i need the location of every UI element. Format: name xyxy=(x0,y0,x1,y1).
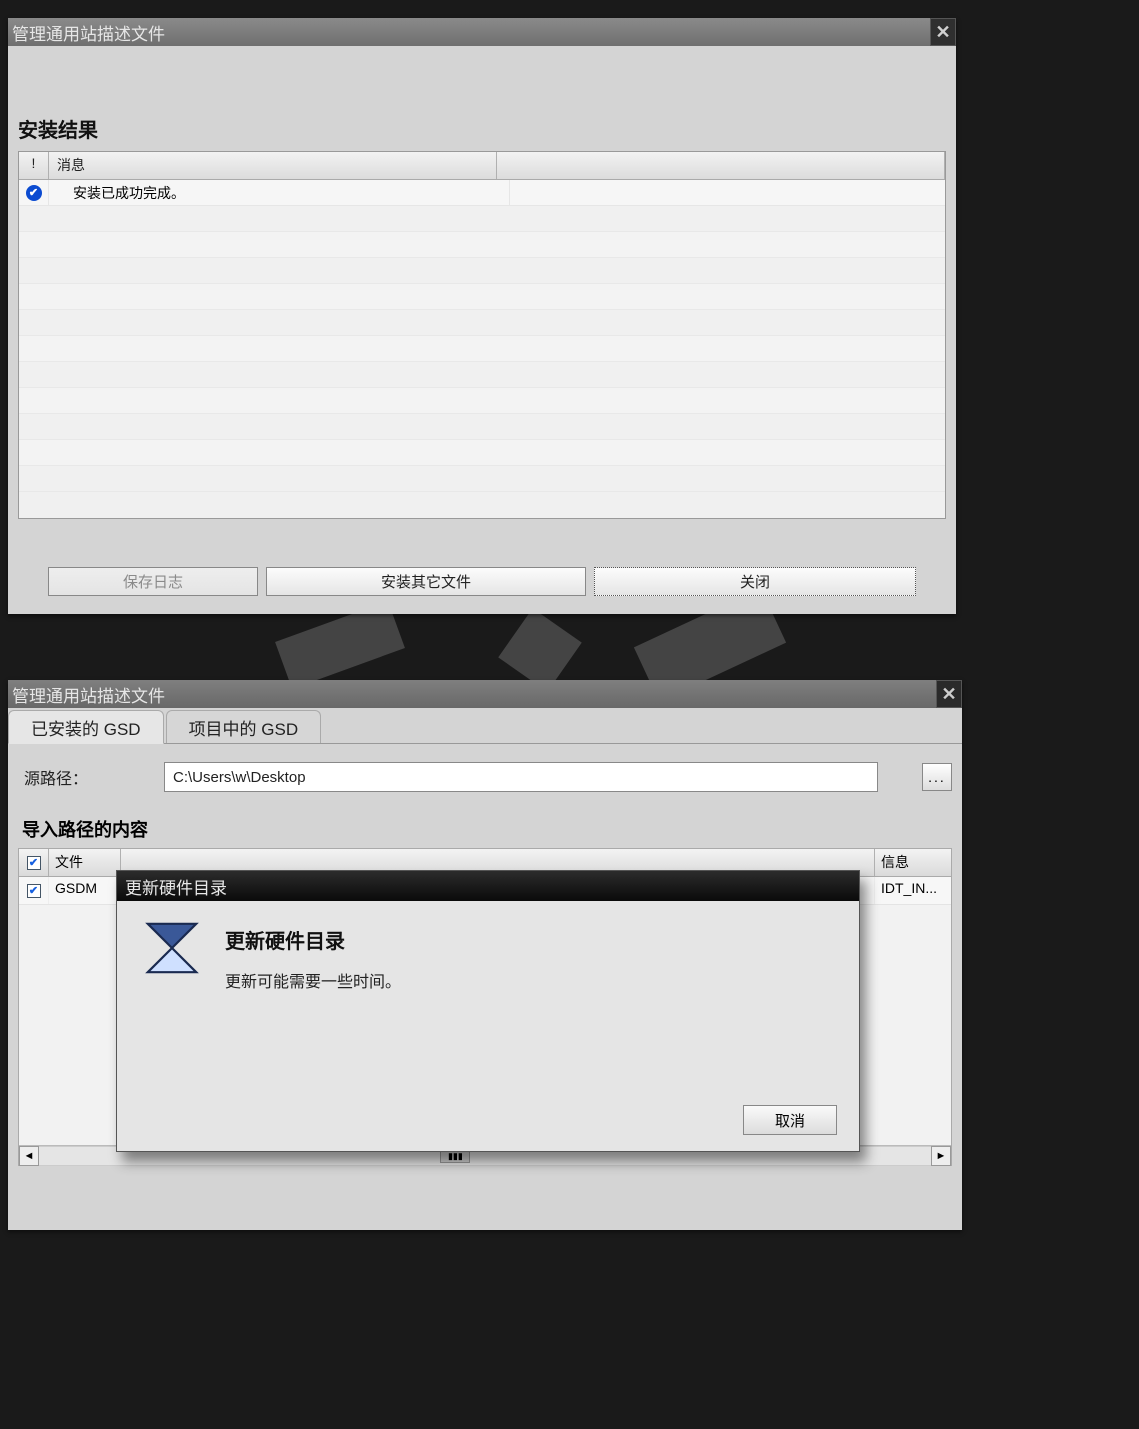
tab-bar: 已安装的 GSD 项目中的 GSD xyxy=(8,710,962,744)
source-path-input[interactable]: C:\Users\w\Desktop xyxy=(164,762,878,792)
window-body: 已安装的 GSD 项目中的 GSD 源路径： C:\Users\w\Deskto… xyxy=(8,710,962,1232)
gsd-manage-window: 管理通用站描述文件 ✕ 已安装的 GSD 项目中的 GSD 源路径： C:\Us… xyxy=(8,680,962,1230)
browse-button[interactable]: ... xyxy=(922,763,952,791)
section-title: 安装结果 xyxy=(18,108,946,151)
status-cell: ✔ xyxy=(19,180,49,205)
column-header-message[interactable]: 消息 xyxy=(49,152,497,179)
dialog-heading: 更新硬件目录 xyxy=(225,925,401,954)
import-content-label: 导入路径的内容 xyxy=(8,792,962,848)
source-path-label: 源路径： xyxy=(24,765,164,789)
row-info-cell: IDT_IN... xyxy=(875,877,951,904)
update-catalog-dialog: 更新硬件目录 更新硬件目录 更新可能需要一些时间。 取消 xyxy=(116,870,860,1152)
window-titlebar: 管理通用站描述文件 ✕ xyxy=(8,680,962,708)
column-header-info[interactable]: 信息 xyxy=(875,849,951,876)
close-icon[interactable]: ✕ xyxy=(936,680,962,708)
checkbox-icon[interactable]: ✔ xyxy=(27,856,41,870)
table-header: ! 消息 xyxy=(19,152,945,180)
cancel-button[interactable]: 取消 xyxy=(743,1105,837,1135)
tab-project-gsd[interactable]: 项目中的 GSD xyxy=(166,710,322,743)
result-table: ! 消息 ✔ 安装已成功完成。 xyxy=(18,151,946,519)
install-result-window: 管理通用站描述文件 ✕ 安装结果 ! 消息 ✔ 安装已成功完成。 xyxy=(8,18,956,614)
checkbox-icon[interactable]: ✔ xyxy=(27,884,41,898)
row-checkbox-cell[interactable]: ✔ xyxy=(19,877,49,904)
window-titlebar: 管理通用站描述文件 ✕ xyxy=(8,18,956,46)
message-cell: 安装已成功完成。 xyxy=(49,180,510,205)
column-header-file[interactable]: 文件 xyxy=(49,849,121,876)
dialog-subtext: 更新可能需要一些时间。 xyxy=(225,968,401,992)
row-file-cell: GSDM xyxy=(49,877,121,904)
scroll-left-button[interactable]: ◄ xyxy=(19,1146,39,1166)
check-circle-icon: ✔ xyxy=(26,185,42,201)
hourglass-icon xyxy=(139,915,205,981)
source-path-row: 源路径： C:\Users\w\Desktop ... xyxy=(8,744,962,792)
dialog-title: 更新硬件目录 xyxy=(117,871,859,901)
button-row: 保存日志 安装其它文件 关闭 xyxy=(8,567,956,596)
column-header-empty[interactable] xyxy=(497,152,945,179)
column-header-check[interactable]: ✔ xyxy=(19,849,49,876)
close-icon[interactable]: ✕ xyxy=(930,18,956,46)
install-other-button[interactable]: 安装其它文件 xyxy=(266,567,586,596)
close-button[interactable]: 关闭 xyxy=(594,567,916,596)
save-log-button: 保存日志 xyxy=(48,567,258,596)
table-row: ✔ 安装已成功完成。 xyxy=(19,180,945,206)
window-body: 安装结果 ! 消息 ✔ 安装已成功完成。 保存日志 安装其它文件 关闭 xyxy=(8,46,956,614)
scroll-right-button[interactable]: ► xyxy=(931,1146,951,1166)
column-header-icon[interactable]: ! xyxy=(19,152,49,179)
tab-installed-gsd[interactable]: 已安装的 GSD xyxy=(8,710,164,744)
window-title: 管理通用站描述文件 xyxy=(12,20,165,45)
window-title: 管理通用站描述文件 xyxy=(12,682,165,707)
